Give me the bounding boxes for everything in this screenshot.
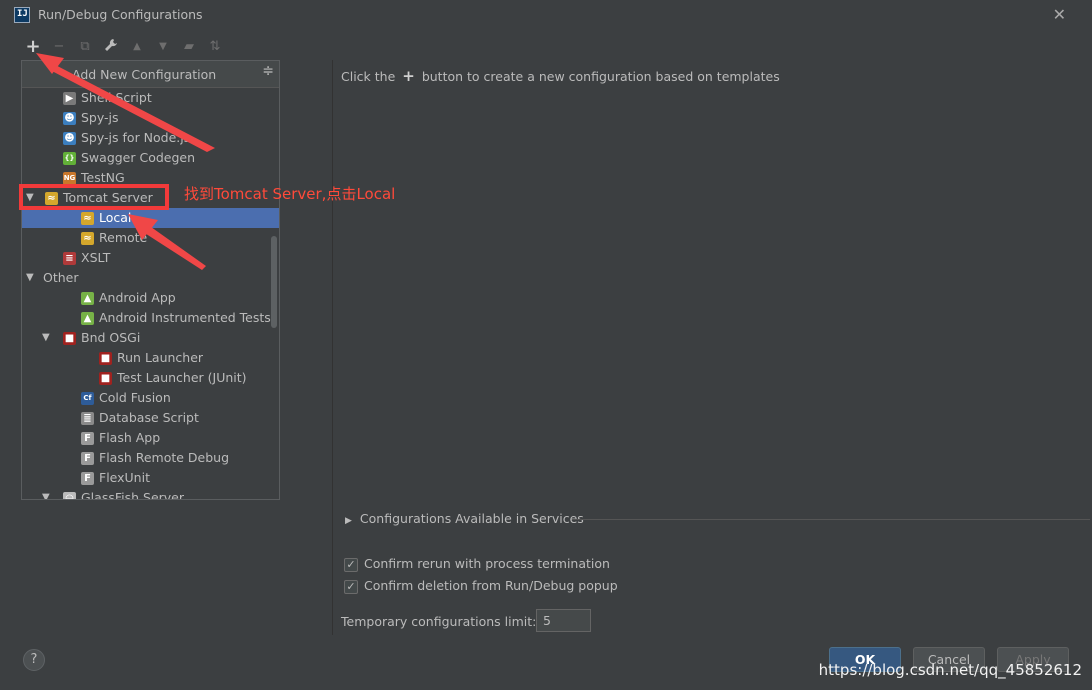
tree-item-label: FlexUnit [99,470,150,485]
tree-item-label: Shell Script [81,90,152,105]
bnd-icon: ■ [99,372,112,385]
bnd-icon: ■ [99,352,112,365]
bnd-icon: ■ [63,332,76,345]
divider [332,60,333,635]
flash-icon: F [81,452,94,465]
services-separator [572,519,1090,520]
empty-hint: Click the + button to create a new confi… [341,67,780,85]
tree-scrollbar[interactable] [271,236,277,328]
glassfish-icon: ◒ [63,492,76,499]
folder-icon[interactable]: ▰ [180,38,198,56]
plus-icon: + [402,67,415,85]
tree-item-label: Spy-js [81,110,119,125]
android-icon: ▲ [81,292,94,305]
tree-item-label: Local [99,210,132,225]
expand-arrow-icon[interactable]: ▼ [42,328,50,348]
tree-item-label: Swagger Codegen [81,150,196,165]
tree-item[interactable]: ☻ Spy-js [22,108,279,128]
tree-item-label: Cold Fusion [99,390,171,405]
tree-item[interactable]: ≈ Remote [22,228,279,248]
swagger-icon: {} [63,152,76,165]
hint-text-end: button to create a new configuration bas… [421,69,780,84]
spy-js-icon: ☻ [63,112,76,125]
tree-item[interactable]: ≣ Database Script [22,408,279,428]
annotation-text: 找到Tomcat Server,点击Local [184,185,396,203]
copy-icon[interactable]: ⧉ [76,38,94,56]
expand-arrow-icon[interactable]: ▼ [26,268,34,288]
move-up-icon[interactable]: ▲ [128,38,146,56]
temp-limit-label: Temporary configurations limit: [341,614,537,629]
wrench-icon[interactable] [102,38,120,56]
add-configuration-popup: Add New Configuration ≑ ▶ Shell Script ☻ Sp… [21,60,280,500]
watermark: https://blog.csdn.net/qq_45852612 [818,661,1082,679]
tree-item[interactable]: {} Swagger Codegen [22,148,279,168]
flex-icon: F [81,472,94,485]
tree-item-label: Flash Remote Debug [99,450,230,465]
android-icon: ▲ [81,312,94,325]
confirm-rerun-checkbox[interactable]: ✓ [344,557,358,572]
tomcat-icon: ≈ [81,212,94,225]
toolbar: + − ⧉ ▲ ▼ ▰ ⇅ [20,38,260,58]
dialog-title: Run/Debug Configurations [38,7,203,22]
tree-item-label: Flash App [99,430,161,445]
services-section[interactable]: ▶ Configurations Available in Services [345,511,584,526]
tree-item-label: Android Instrumented Tests [99,310,271,325]
tree-item-label: GlassFish Server [81,490,184,500]
tree-item-label: Database Script [99,410,199,425]
tree-item[interactable]: ≈ Local [22,208,279,228]
tree-item-label: Remote [99,230,148,245]
confirm-rerun-label: Confirm rerun with process termination [364,556,610,571]
tree-item[interactable]: F FlexUnit [22,468,279,488]
help-button[interactable]: ? [23,649,45,671]
add-icon[interactable]: + [24,38,42,56]
tree-item[interactable]: ▼ ◒ GlassFish Server [22,488,279,500]
run-debug-dialog: IJ Run/Debug Configurations ✕ + − ⧉ ▲ ▼ … [0,0,1092,690]
shell-icon: ▶ [63,92,76,105]
tree-item[interactable]: Cf Cold Fusion [22,388,279,408]
tree-item[interactable]: ■ Test Launcher (JUnit) [22,368,279,388]
popup-title: Add New Configuration [72,67,217,82]
tree-item-label: Other [43,270,79,285]
tree-item-label: Run Launcher [117,350,204,365]
database-icon: ≣ [81,412,94,425]
confirm-deletion-option[interactable]: ✓ Confirm deletion from Run/Debug popup [344,578,618,594]
move-down-icon[interactable]: ▼ [154,38,172,56]
annotation-highlight-box [19,184,169,210]
coldfusion-icon: Cf [81,392,94,405]
close-icon[interactable]: ✕ [1053,5,1066,24]
xslt-icon: ≡ [63,252,76,265]
tree-item[interactable]: ▲ Android App [22,288,279,308]
sort-icon[interactable]: ⇅ [206,38,224,56]
spy-js-node-icon: ☻ [63,132,76,145]
tree-item-label: Spy-js for Node.js [81,130,191,145]
tree-item-label: XSLT [81,250,111,265]
tree-item[interactable]: ≡ XSLT [22,248,279,268]
tree-item[interactable]: ▶ Shell Script [22,88,279,108]
tree-item[interactable]: ▲ Android Instrumented Tests [22,308,279,328]
confirm-rerun-option[interactable]: ✓ Confirm rerun with process termination [344,556,610,572]
remove-icon[interactable]: − [50,38,68,56]
expand-arrow-icon[interactable]: ▶ [345,516,352,526]
tree-item-label: Bnd OSGi [81,330,141,345]
title-bar: IJ Run/Debug Configurations ✕ [0,0,1092,30]
intellij-icon: IJ [14,7,30,23]
services-label: Configurations Available in Services [359,511,584,526]
tree-item-label: Test Launcher (JUnit) [117,370,247,385]
tree-item[interactable]: F Flash App [22,428,279,448]
filter-icon[interactable]: ≑ [262,63,274,79]
tree-item[interactable]: ▼ Other [22,268,279,288]
expand-arrow-icon[interactable]: ▼ [42,488,50,499]
popup-header: Add New Configuration ≑ [22,61,279,88]
flash-icon: F [81,432,94,445]
tree-item[interactable]: F Flash Remote Debug [22,448,279,468]
confirm-deletion-label: Confirm deletion from Run/Debug popup [364,578,618,593]
tree-item[interactable]: ▼ ■ Bnd OSGi [22,328,279,348]
confirm-deletion-checkbox[interactable]: ✓ [344,579,358,594]
tree-item[interactable]: ■ Run Launcher [22,348,279,368]
tomcat-icon: ≈ [81,232,94,245]
temp-limit-input[interactable]: 5 [536,609,591,632]
tree-item-label: Android App [99,290,176,305]
tree-item[interactable]: ☻ Spy-js for Node.js [22,128,279,148]
hint-text-start: Click the [341,69,396,84]
